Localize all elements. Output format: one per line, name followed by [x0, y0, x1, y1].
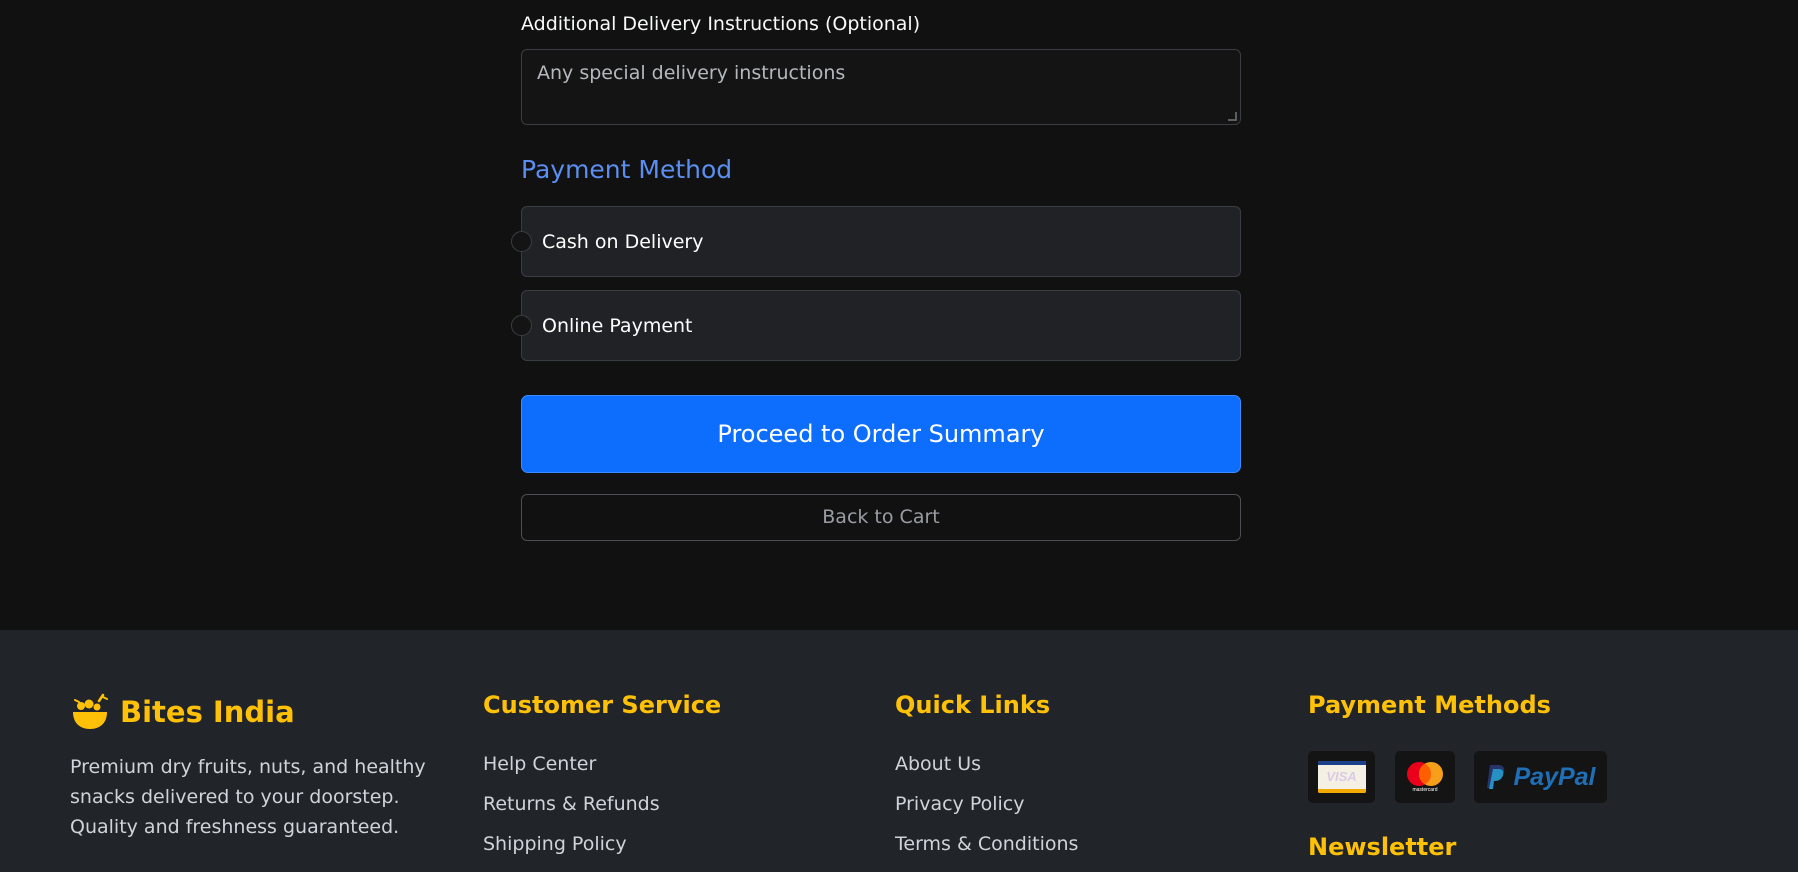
payment-option-cod[interactable]: Cash on Delivery: [511, 206, 1241, 277]
delivery-instructions-placeholder: Any special delivery instructions: [537, 62, 846, 84]
back-to-cart-button[interactable]: Back to Cart: [521, 494, 1241, 541]
cod-label[interactable]: Cash on Delivery: [542, 231, 703, 253]
footer-brand: Bites India: [70, 692, 295, 732]
brand-name: Bites India: [120, 695, 295, 729]
newsletter-heading: Newsletter: [1308, 833, 1457, 861]
quick-links-heading: Quick Links: [895, 691, 1051, 719]
fruit-basket-icon: [73, 693, 108, 729]
returns-refunds-link[interactable]: Returns & Refunds: [483, 793, 660, 815]
proceed-to-summary-button[interactable]: Proceed to Order Summary: [521, 395, 1241, 473]
online-payment-label[interactable]: Online Payment: [542, 315, 693, 337]
mastercard-icon: [1407, 762, 1443, 786]
resize-handle[interactable]: [1228, 112, 1237, 121]
help-center-link[interactable]: Help Center: [483, 753, 596, 775]
shipping-policy-link[interactable]: Shipping Policy: [483, 833, 627, 855]
brand-description: Premium dry fruits, nuts, and healthy sn…: [70, 756, 426, 838]
about-us-link[interactable]: About Us: [895, 753, 981, 775]
checkout-form-area: Additional Delivery Instructions (Option…: [0, 0, 1798, 630]
payment-option-online[interactable]: Online Payment: [511, 290, 1241, 361]
visa-badge: VISA: [1308, 751, 1375, 803]
privacy-policy-link[interactable]: Privacy Policy: [895, 793, 1024, 815]
payment-methods-heading: Payment Methods: [1308, 691, 1551, 719]
paypal-icon: [1487, 765, 1505, 789]
visa-text: VISA: [1326, 769, 1357, 784]
mastercard-badge: mastercard: [1395, 751, 1455, 803]
terms-conditions-link[interactable]: Terms & Conditions: [895, 833, 1078, 855]
customer-service-heading: Customer Service: [483, 691, 722, 719]
payment-method-title: Payment Method: [521, 155, 733, 184]
visa-icon: VISA: [1317, 761, 1366, 793]
cod-radio[interactable]: [511, 231, 532, 252]
paypal-text: PayPal: [1513, 762, 1596, 791]
delivery-instructions-label: Additional Delivery Instructions (Option…: [521, 13, 921, 35]
online-payment-radio[interactable]: [511, 315, 532, 336]
delivery-instructions-textarea[interactable]: Any special delivery instructions: [521, 49, 1241, 125]
mastercard-text: mastercard: [1412, 787, 1438, 793]
paypal-badge: PayPal: [1474, 751, 1607, 803]
site-footer: Bites India Premium dry fruits, nuts, an…: [0, 630, 1798, 872]
